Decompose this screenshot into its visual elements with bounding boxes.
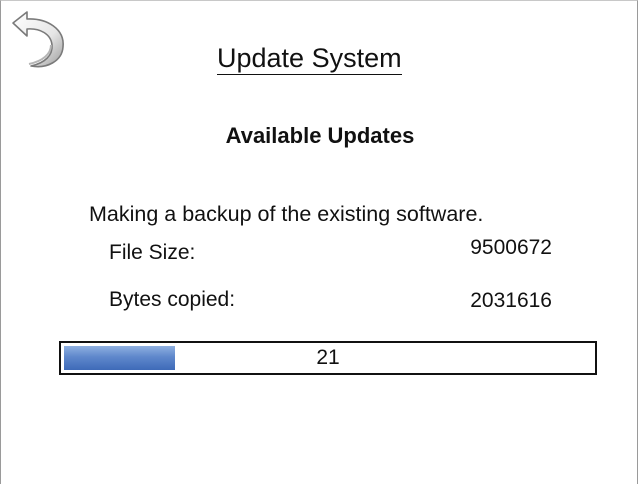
progress-bar: 21 (59, 341, 597, 375)
back-arrow-icon (7, 9, 71, 73)
section-heading: Available Updates (225, 123, 415, 148)
status-message: Making a backup of the existing software… (89, 202, 484, 226)
progress-value: 21 (316, 346, 340, 369)
bytes-copied-label: Bytes copied: (109, 288, 236, 311)
file-size-value: 9500672 (470, 236, 552, 259)
page-title: Update System (217, 43, 402, 75)
update-system-screen: Update System Available Updates Making a… (0, 0, 638, 484)
back-button[interactable] (7, 9, 71, 73)
bytes-copied-value: 2031616 (470, 289, 552, 312)
file-size-label: File Size: (109, 241, 196, 264)
